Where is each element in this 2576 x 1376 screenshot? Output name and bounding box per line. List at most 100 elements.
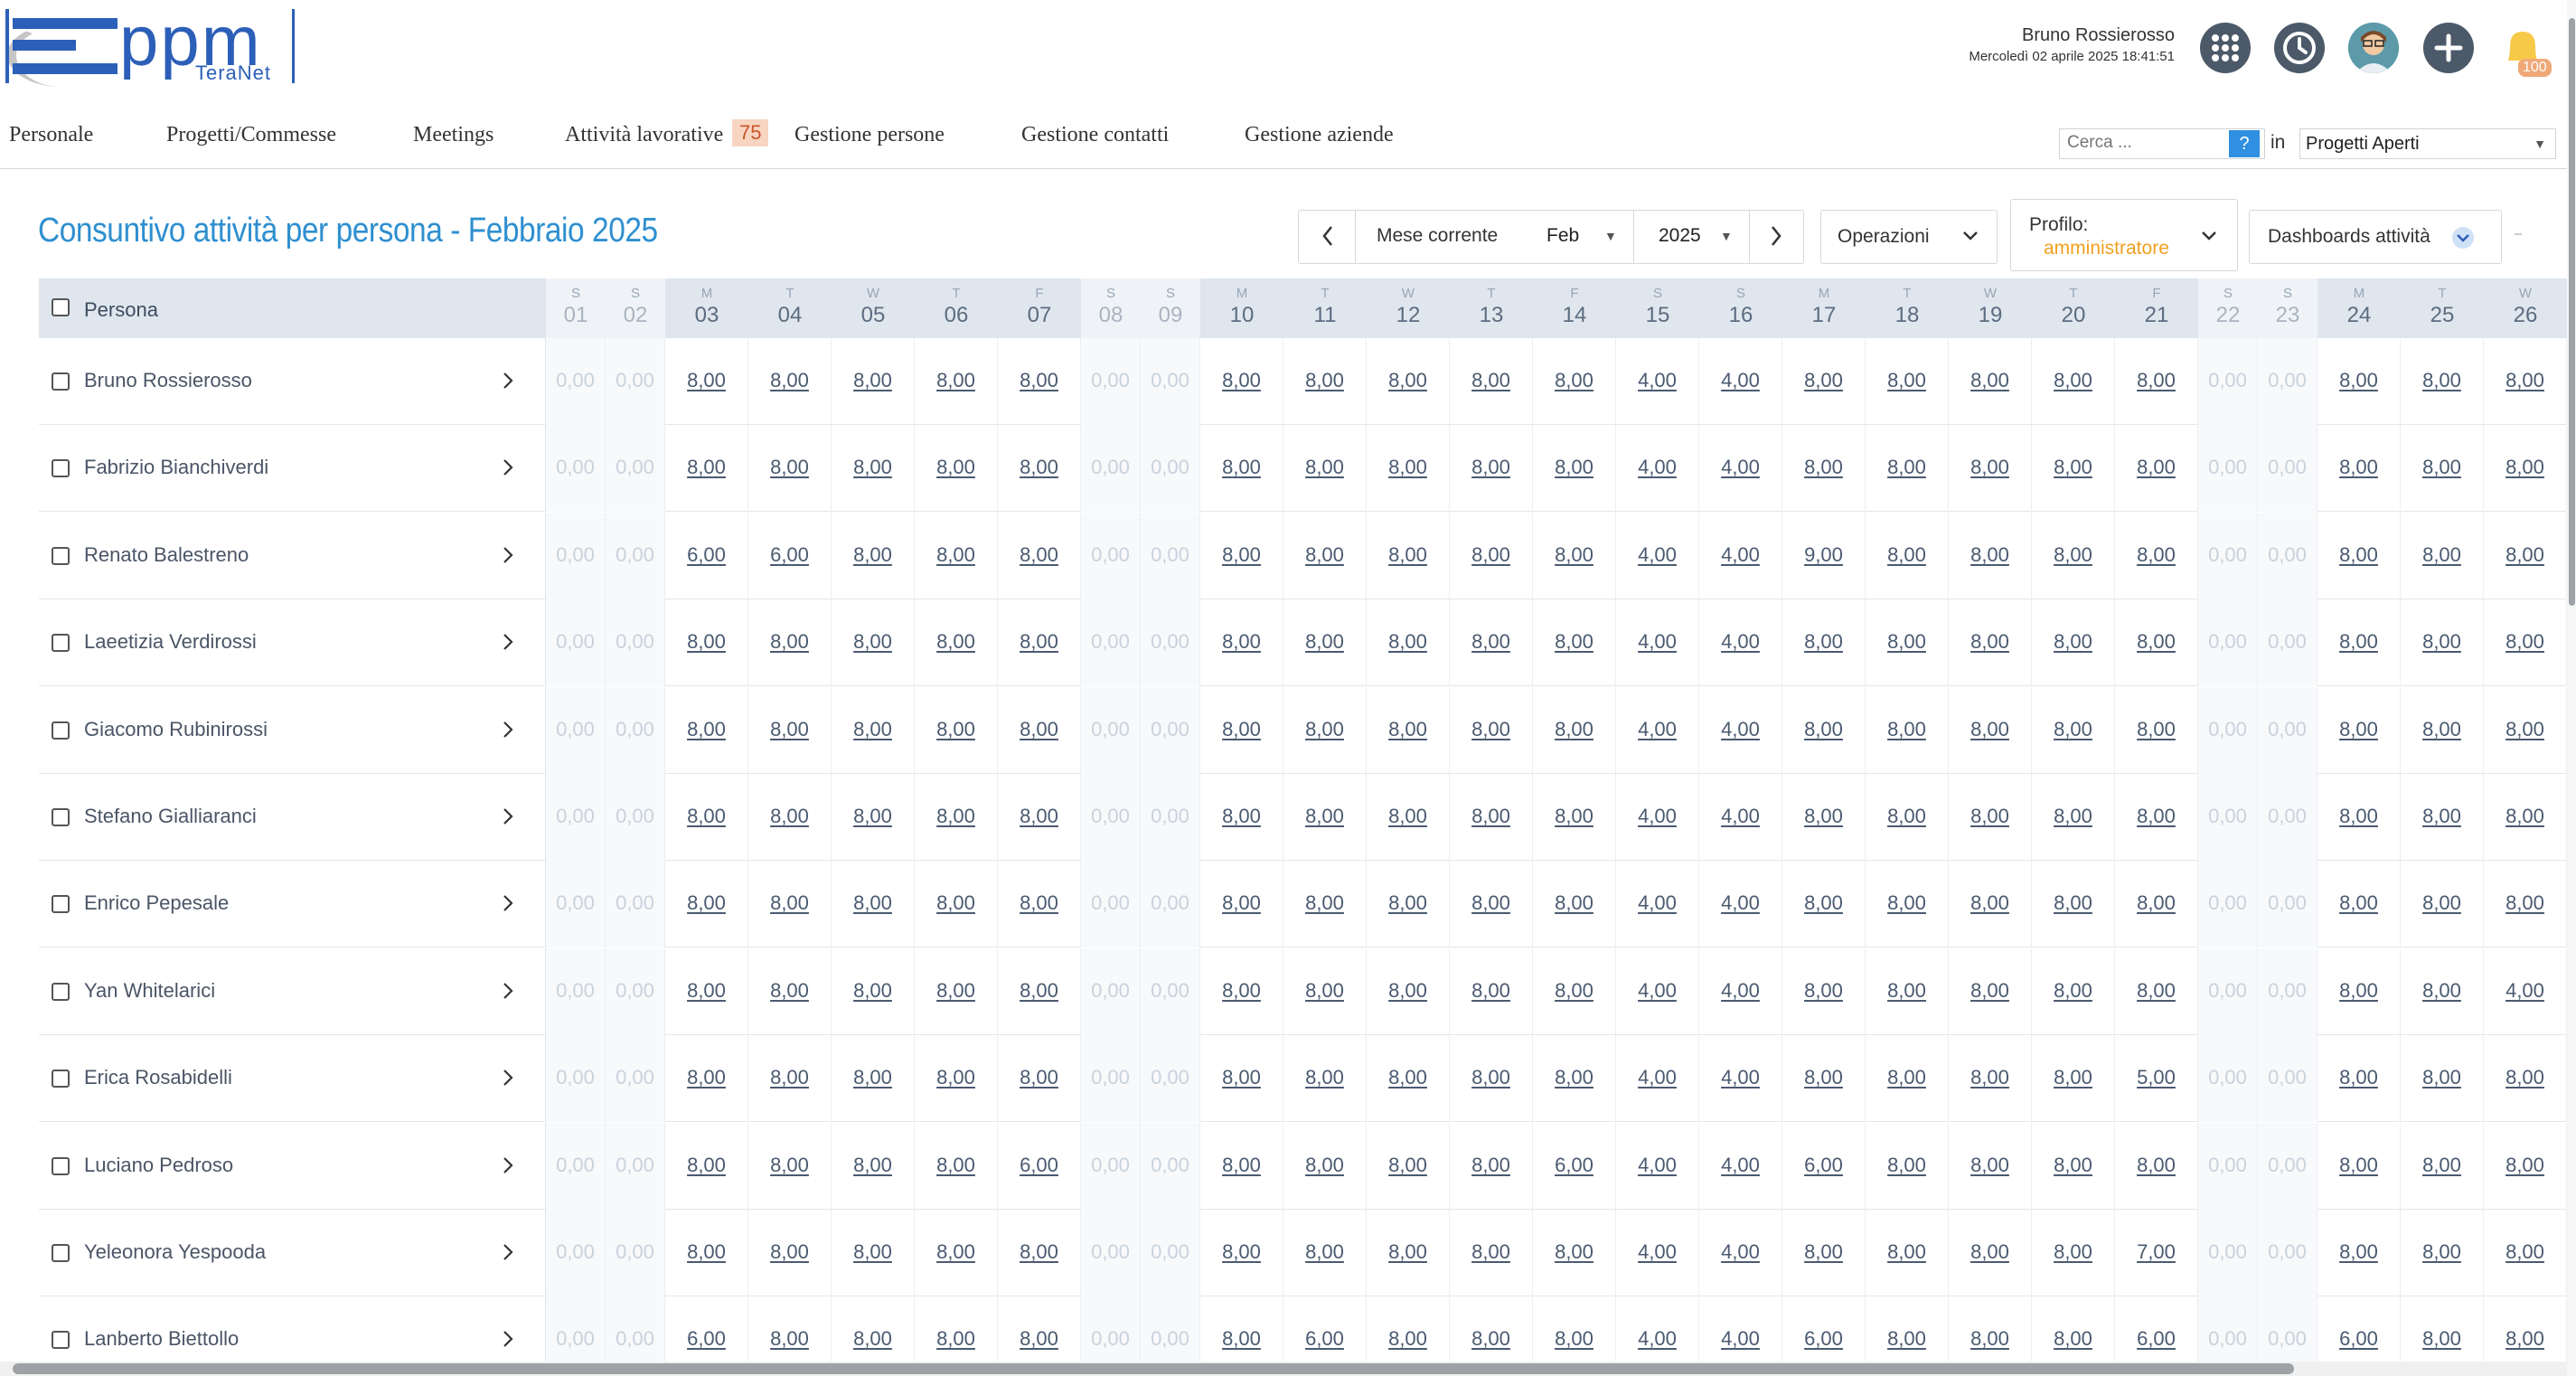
- hours-cell[interactable]: 8,00: [1200, 947, 1283, 1035]
- nav-attivita-lavorative[interactable]: Attività lavorative: [565, 123, 723, 147]
- hours-cell[interactable]: 8,00: [1200, 686, 1283, 774]
- hours-cell[interactable]: 8,00: [2032, 861, 2115, 948]
- user-avatar[interactable]: [2348, 23, 2399, 73]
- hours-cell[interactable]: 8,00: [1533, 947, 1616, 1035]
- hours-cell[interactable]: 8,00: [1866, 686, 1949, 774]
- hours-cell[interactable]: 5,00: [2115, 1035, 2198, 1123]
- hours-cell[interactable]: 8,00: [1533, 774, 1616, 861]
- person-name[interactable]: Yeleonora Yespooda: [84, 1240, 266, 1264]
- hours-cell[interactable]: 4,00: [1699, 338, 1782, 425]
- search-scope-select[interactable]: Progetti Aperti ▼: [2299, 128, 2556, 159]
- hours-cell[interactable]: 4,00: [1699, 1210, 1782, 1296]
- row-checkbox[interactable]: [52, 372, 70, 391]
- hours-cell[interactable]: 8,00: [1533, 599, 1616, 687]
- hours-cell[interactable]: 8,00: [1200, 338, 1283, 425]
- hours-cell[interactable]: 6,00: [1533, 1122, 1616, 1210]
- expand-chevron-icon[interactable]: [498, 1066, 518, 1094]
- hours-cell[interactable]: 8,00: [1533, 512, 1616, 599]
- nav-gestione-contatti[interactable]: Gestione contatti: [1021, 123, 1169, 147]
- hours-cell[interactable]: 8,00: [1949, 599, 2032, 687]
- hours-cell[interactable]: 8,00: [2115, 512, 2198, 599]
- hours-cell[interactable]: 8,00: [748, 947, 832, 1035]
- hours-cell[interactable]: 4,00: [1699, 512, 1782, 599]
- hours-cell[interactable]: 8,00: [1200, 1296, 1283, 1365]
- hours-cell[interactable]: 4,00: [1699, 774, 1782, 861]
- hours-cell[interactable]: 8,00: [998, 686, 1081, 774]
- hours-cell[interactable]: 8,00: [1283, 425, 1367, 513]
- hours-cell[interactable]: 8,00: [832, 774, 915, 861]
- hours-cell[interactable]: 8,00: [832, 425, 915, 513]
- hours-cell[interactable]: 8,00: [1782, 338, 1866, 425]
- hours-cell[interactable]: 8,00: [1866, 512, 1949, 599]
- person-name[interactable]: Stefano Gialliaranci: [84, 805, 257, 828]
- hours-cell[interactable]: 8,00: [1367, 774, 1450, 861]
- nav-gestione-persone[interactable]: Gestione persone: [794, 123, 945, 147]
- hours-cell[interactable]: 8,00: [1866, 425, 1949, 513]
- hours-cell[interactable]: 8,00: [2401, 774, 2484, 861]
- next-month-arrow-icon[interactable]: [1767, 220, 1785, 259]
- expand-chevron-icon[interactable]: [498, 718, 518, 746]
- hours-cell[interactable]: 8,00: [2317, 686, 2401, 774]
- row-checkbox[interactable]: [52, 982, 70, 1001]
- hours-cell[interactable]: 8,00: [1367, 1035, 1450, 1123]
- year-select[interactable]: 2025: [1659, 225, 1701, 247]
- hours-cell[interactable]: 8,00: [1533, 425, 1616, 513]
- hours-cell[interactable]: 8,00: [2317, 338, 2401, 425]
- hours-cell[interactable]: 8,00: [1367, 512, 1450, 599]
- hours-cell[interactable]: 4,00: [1616, 1035, 1699, 1123]
- hours-cell[interactable]: 8,00: [1367, 861, 1450, 948]
- hours-cell[interactable]: 8,00: [2115, 1122, 2198, 1210]
- expand-chevron-icon[interactable]: [498, 543, 518, 571]
- hours-cell[interactable]: 8,00: [2317, 425, 2401, 513]
- hours-cell[interactable]: 8,00: [2032, 338, 2115, 425]
- hours-cell[interactable]: 8,00: [998, 1210, 1081, 1296]
- hours-cell[interactable]: 8,00: [1866, 1035, 1949, 1123]
- hours-cell[interactable]: 6,00: [665, 1296, 748, 1365]
- hours-cell[interactable]: 8,00: [748, 1035, 832, 1123]
- hours-cell[interactable]: 8,00: [832, 599, 915, 687]
- hours-cell[interactable]: 8,00: [665, 861, 748, 948]
- hours-cell[interactable]: 8,00: [832, 686, 915, 774]
- hours-cell[interactable]: 8,00: [1283, 1210, 1367, 1296]
- hours-cell[interactable]: 8,00: [1283, 774, 1367, 861]
- hours-cell[interactable]: 8,00: [998, 947, 1081, 1035]
- hours-cell[interactable]: 8,00: [2484, 512, 2567, 599]
- hours-cell[interactable]: 8,00: [915, 599, 998, 687]
- hours-cell[interactable]: 8,00: [915, 947, 998, 1035]
- hours-cell[interactable]: 8,00: [665, 947, 748, 1035]
- person-name[interactable]: Renato Balestreno: [84, 543, 249, 567]
- hours-cell[interactable]: 8,00: [748, 599, 832, 687]
- hours-cell[interactable]: 8,00: [2317, 861, 2401, 948]
- hours-cell[interactable]: 8,00: [665, 599, 748, 687]
- hours-cell[interactable]: 8,00: [1949, 1122, 2032, 1210]
- hours-cell[interactable]: 8,00: [2115, 947, 2198, 1035]
- hours-cell[interactable]: 8,00: [2115, 599, 2198, 687]
- hours-cell[interactable]: 8,00: [665, 1035, 748, 1123]
- horizontal-scrollbar-thumb[interactable]: [13, 1363, 2294, 1374]
- hours-cell[interactable]: 8,00: [2317, 1035, 2401, 1123]
- hours-cell[interactable]: 8,00: [1533, 686, 1616, 774]
- hours-cell[interactable]: 8,00: [1949, 1035, 2032, 1123]
- hours-cell[interactable]: 8,00: [1450, 338, 1533, 425]
- nav-gestione-aziende[interactable]: Gestione aziende: [1245, 123, 1394, 147]
- hours-cell[interactable]: 8,00: [2317, 512, 2401, 599]
- person-name[interactable]: Luciano Pedroso: [84, 1154, 233, 1177]
- hours-cell[interactable]: 8,00: [2115, 338, 2198, 425]
- hours-cell[interactable]: 8,00: [998, 338, 1081, 425]
- person-name[interactable]: Fabrizio Bianchiverdi: [84, 456, 268, 479]
- hours-cell[interactable]: 8,00: [1283, 1122, 1367, 1210]
- hours-cell[interactable]: 4,00: [1616, 1122, 1699, 1210]
- hours-cell[interactable]: 8,00: [1283, 512, 1367, 599]
- hours-cell[interactable]: 8,00: [915, 512, 998, 599]
- hours-cell[interactable]: 8,00: [998, 1296, 1081, 1365]
- hours-cell[interactable]: 4,00: [1616, 599, 1699, 687]
- hours-cell[interactable]: 8,00: [915, 1296, 998, 1365]
- hours-cell[interactable]: 8,00: [1200, 1210, 1283, 1296]
- ppm-logo[interactable]: ppm TeraNet: [5, 1, 295, 87]
- hours-cell[interactable]: 8,00: [1200, 1035, 1283, 1123]
- hours-cell[interactable]: 8,00: [2032, 774, 2115, 861]
- hours-cell[interactable]: 8,00: [2401, 947, 2484, 1035]
- hours-cell[interactable]: 4,00: [1699, 861, 1782, 948]
- month-select[interactable]: Feb: [1547, 225, 1579, 247]
- vertical-scrollbar-thumb[interactable]: [2569, 18, 2575, 606]
